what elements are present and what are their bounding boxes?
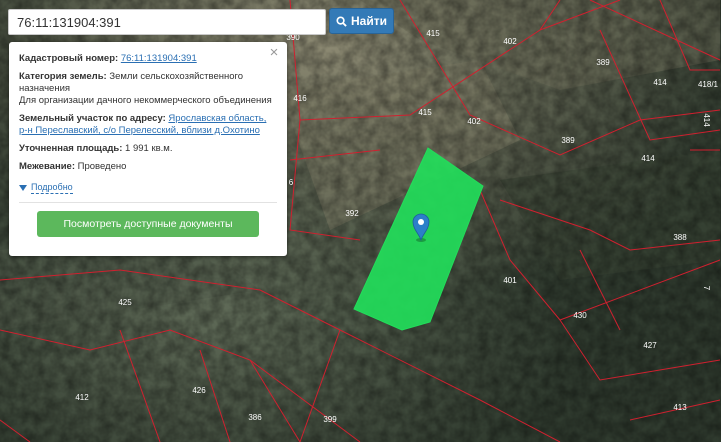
cadastral-number-row: Кадастровый номер: 76:11:131904:391 xyxy=(19,53,277,65)
details-link[interactable]: Подробно xyxy=(31,181,73,194)
triangle-down-icon xyxy=(19,184,27,191)
cadastral-number-link[interactable]: 76:11:131904:391 xyxy=(121,53,197,64)
parcel-number-label: 386 xyxy=(248,413,262,422)
address-label: Земельный участок по адресу: xyxy=(19,113,166,124)
area-value: 1 991 кв.м. xyxy=(125,143,173,154)
parcel-number-label: 426 xyxy=(192,386,206,395)
parcel-number-label: 412 xyxy=(75,393,89,402)
area-row: Уточненная площадь: 1 991 кв.м. xyxy=(19,143,277,155)
search-button-label: Найти xyxy=(351,14,387,28)
land-category-label: Категория земель: xyxy=(19,71,107,82)
land-category-row: Категория земель: Земли сельскохозяйстве… xyxy=(19,71,277,107)
survey-row: Межевание: Проведено xyxy=(19,161,277,173)
cadastral-number-label: Кадастровый номер: xyxy=(19,53,119,64)
parcel-number-label: 6 xyxy=(289,178,294,187)
parcel-number-label: 430 xyxy=(573,311,587,320)
parcel-number-label: 389 xyxy=(596,58,610,67)
search-icon xyxy=(336,15,347,27)
divider xyxy=(19,202,277,203)
parcel-number-label: 388 xyxy=(673,233,687,242)
close-icon[interactable]: × xyxy=(268,45,280,60)
parcel-number-label: 416 xyxy=(293,94,307,103)
survey-label: Межевание: xyxy=(19,161,75,172)
view-documents-button[interactable]: Посмотреть доступные документы xyxy=(37,211,259,237)
details-toggle[interactable]: Подробно xyxy=(19,181,277,194)
address-row: Земельный участок по адресу: Ярославская… xyxy=(19,113,277,137)
parcel-number-label: 7 xyxy=(702,286,711,291)
search-button[interactable]: Найти xyxy=(329,8,394,34)
parcel-number-label: 427 xyxy=(643,341,657,350)
parcel-number-label: 415 xyxy=(418,108,432,117)
parcel-number-label: 402 xyxy=(503,37,517,46)
parcel-number-label: 392 xyxy=(345,209,359,218)
parcel-number-label: 414 xyxy=(641,154,655,163)
parcel-number-label: 425 xyxy=(118,298,132,307)
parcel-info-panel: × Кадастровый номер: 76:11:131904:391 Ка… xyxy=(9,42,287,256)
parcel-number-label: 414 xyxy=(653,78,667,87)
survey-value: Проведено xyxy=(77,161,127,172)
parcel-number-label: 399 xyxy=(323,415,337,424)
search-input[interactable] xyxy=(8,9,326,35)
parcel-number-label: 414 xyxy=(702,113,711,127)
land-usage-value: Для организации дачного некоммерческого … xyxy=(19,95,272,106)
parcel-number-label: 413 xyxy=(673,403,687,412)
parcel-number-label: 401 xyxy=(503,276,517,285)
parcel-number-label: 402 xyxy=(467,117,481,126)
parcel-number-label: 389 xyxy=(561,136,575,145)
area-label: Уточненная площадь: xyxy=(19,143,123,154)
parcel-number-label: 418/1 xyxy=(698,80,719,89)
parcel-number-label: 415 xyxy=(426,29,440,38)
